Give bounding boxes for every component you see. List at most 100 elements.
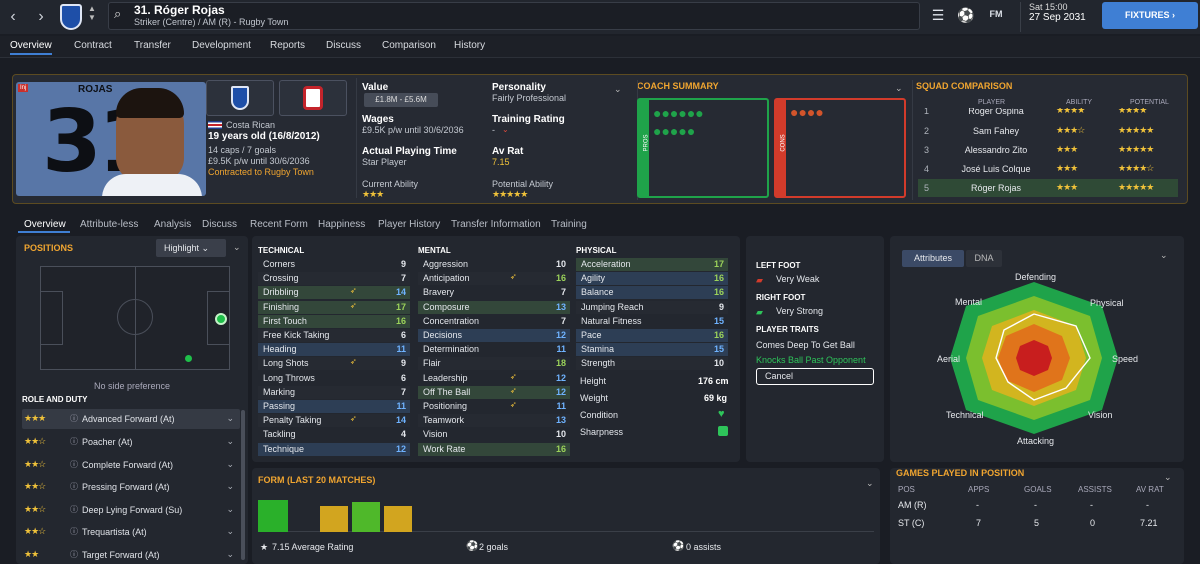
attribute-row[interactable]: Agility 16	[576, 272, 728, 286]
squad-row[interactable]: 4 José Luis Colque ★★★ ★★★★☆	[918, 160, 1178, 178]
squad-comparison-title[interactable]: SQUAD COMPARISON	[916, 81, 1012, 91]
highlight-dropdown[interactable]: Highlight ⌄	[156, 239, 226, 257]
games-dropdown-icon[interactable]: ⌄	[1164, 472, 1172, 483]
attribute-row[interactable]: Jumping Reach 9	[576, 300, 728, 314]
info-icon[interactable]: ⓘ	[70, 481, 78, 492]
chevron-down-icon[interactable]: ⌄	[226, 481, 234, 492]
chevron-down-icon[interactable]: ⌄	[226, 526, 234, 537]
menu-development[interactable]: Development	[192, 40, 251, 51]
menu-discuss[interactable]: Discuss	[326, 40, 361, 51]
tab-transfer-information[interactable]: Transfer Information	[451, 219, 541, 230]
squad-row[interactable]: 1 Roger Ospina ★★★★ ★★★★	[918, 108, 1178, 120]
role-row[interactable]: ★★☆ ⓘ Trequartista (At) ⌄	[22, 522, 240, 542]
tab-analysis[interactable]: Analysis	[154, 219, 191, 230]
fixtures-button[interactable]: FIXTURES ›	[1102, 2, 1198, 29]
attribute-row[interactable]: Passing 11	[258, 400, 410, 413]
roles-scrollbar[interactable]	[241, 410, 245, 560]
search-icon[interactable]: ⌕	[114, 6, 121, 22]
attribute-row[interactable]: Technique 12	[258, 442, 410, 456]
attribute-row[interactable]: Balance 16	[576, 286, 728, 300]
info-icon[interactable]: ⓘ	[70, 504, 78, 515]
role-row[interactable]: ★★☆ ⓘ Poacher (At) ⌄	[22, 432, 240, 452]
menu-contract[interactable]: Contract	[74, 40, 112, 51]
attribute-row[interactable]: Bravery 7	[418, 286, 570, 299]
coach-dropdown-icon[interactable]: ⌄	[895, 83, 903, 94]
menu-reports[interactable]: Reports	[270, 40, 305, 51]
attribute-row[interactable]: Heading 11	[258, 343, 410, 357]
chevron-down-icon[interactable]: ⌄	[226, 549, 234, 560]
info-icon[interactable]: ⓘ	[70, 436, 78, 447]
attribute-row[interactable]: Vision 10	[418, 428, 570, 441]
chevron-down-icon[interactable]: ⌄	[226, 459, 234, 470]
attribute-row[interactable]: Teamwork 13	[418, 414, 570, 428]
attribute-row[interactable]: Tackling 4	[258, 428, 410, 441]
tab-attribute-less[interactable]: Attribute-less	[80, 219, 138, 230]
attribute-row[interactable]: Off The Ball 12 ➶	[418, 385, 570, 399]
attribute-row[interactable]: Penalty Taking 14 ➶	[258, 414, 410, 428]
tab-overview[interactable]: Overview	[24, 219, 66, 230]
tab-attributes[interactable]: Attributes	[902, 250, 964, 267]
chevron-down-icon[interactable]: ⌄	[226, 436, 234, 447]
tab-dna[interactable]: DNA	[966, 250, 1002, 267]
attribute-row[interactable]: Determination 11	[418, 343, 570, 356]
trait-1[interactable]: Comes Deep To Get Ball	[756, 340, 855, 350]
attribute-row[interactable]: Crossing 7	[258, 272, 410, 286]
cancel-button[interactable]: Cancel	[756, 368, 874, 385]
attribute-row[interactable]: Free Kick Taking 6	[258, 329, 410, 342]
menu-overview[interactable]: Overview	[10, 40, 52, 55]
forward-icon[interactable]: ›	[32, 2, 50, 32]
attribute-row[interactable]: Long Shots 9 ➶	[258, 357, 410, 371]
position-amr[interactable]	[185, 355, 192, 362]
radar-dropdown-icon[interactable]: ⌄	[1160, 250, 1168, 261]
menu-history[interactable]: History	[454, 40, 485, 51]
attribute-row[interactable]: Acceleration 17	[576, 258, 728, 271]
role-row[interactable]: ★★☆ ⓘ Pressing Forward (At) ⌄	[22, 477, 240, 497]
nation-badge[interactable]	[279, 80, 347, 116]
club-badge[interactable]	[206, 80, 274, 116]
attribute-row[interactable]: Positioning 11 ➶	[418, 400, 570, 413]
squad-row-selected[interactable]: 5 Róger Rojas ★★★ ★★★★★	[918, 179, 1178, 197]
role-row[interactable]: ★★☆ ⓘ Complete Forward (At) ⌄	[22, 455, 240, 475]
info-icon[interactable]: ⓘ	[70, 413, 78, 424]
attribute-row[interactable]: Decisions 12	[418, 329, 570, 342]
attribute-row[interactable]: First Touch 16	[258, 314, 410, 328]
form-title[interactable]: FORM (LAST 20 MATCHES)	[258, 475, 375, 485]
info-icon[interactable]: ⓘ	[70, 526, 78, 537]
games-title[interactable]: GAMES PLAYED IN POSITION	[896, 468, 1024, 478]
coach-summary-title[interactable]: COACH SUMMARY	[637, 81, 719, 91]
role-row[interactable]: ★★ ⓘ Target Forward (At) ⌄	[22, 545, 240, 564]
positions-title[interactable]: POSITIONS	[24, 243, 73, 253]
ball-icon[interactable]: ⚽	[956, 7, 976, 24]
form-dropdown-icon[interactable]: ⌄	[866, 478, 874, 489]
menu-comparison[interactable]: Comparison	[382, 40, 436, 51]
squad-row[interactable]: 2 Sam Fahey ★★★☆ ★★★★★	[918, 122, 1178, 140]
attribute-row[interactable]: Marking 7	[258, 385, 410, 399]
attribute-row[interactable]: Work Rate 16	[418, 442, 570, 456]
attribute-row[interactable]: Aggression 10	[418, 258, 570, 271]
info-icon[interactable]: ⓘ	[70, 459, 78, 470]
attribute-row[interactable]: Corners 9	[258, 258, 410, 271]
attribute-row[interactable]: Anticipation 16 ➶	[418, 272, 570, 286]
attribute-row[interactable]: Flair 18	[418, 357, 570, 371]
attribute-row[interactable]: Strength 10	[576, 357, 728, 371]
attribute-row[interactable]: Natural Fitness 15	[576, 315, 728, 328]
tab-discuss[interactable]: Discuss	[202, 219, 237, 230]
attribute-row[interactable]: Long Throws 6	[258, 372, 410, 385]
tab-player-history[interactable]: Player History	[378, 219, 440, 230]
attribute-row[interactable]: Stamina 15	[576, 343, 728, 357]
menu-icon[interactable]: ☰	[928, 7, 948, 24]
position-natural-st[interactable]	[215, 313, 227, 325]
updown-icon[interactable]: ▲ ▼	[88, 4, 96, 22]
tab-recent-form[interactable]: Recent Form	[250, 219, 308, 230]
info-icon[interactable]: ⓘ	[70, 549, 78, 560]
positions-dropdown-icon[interactable]: ⌄	[233, 242, 241, 253]
attribute-row[interactable]: Leadership 12 ➶	[418, 372, 570, 385]
tab-happiness[interactable]: Happiness	[318, 219, 365, 230]
attribute-row[interactable]: Finishing 17 ➶	[258, 300, 410, 314]
back-icon[interactable]: ‹	[4, 2, 22, 32]
tab-training[interactable]: Training	[551, 219, 587, 230]
info-dropdown-icon[interactable]: ⌄	[614, 84, 622, 95]
squad-row[interactable]: 3 Alessandro Zito ★★★ ★★★★★	[918, 141, 1178, 159]
attribute-row[interactable]: Dribbling 14 ➶	[258, 286, 410, 300]
chevron-down-icon[interactable]: ⌄	[226, 504, 234, 515]
